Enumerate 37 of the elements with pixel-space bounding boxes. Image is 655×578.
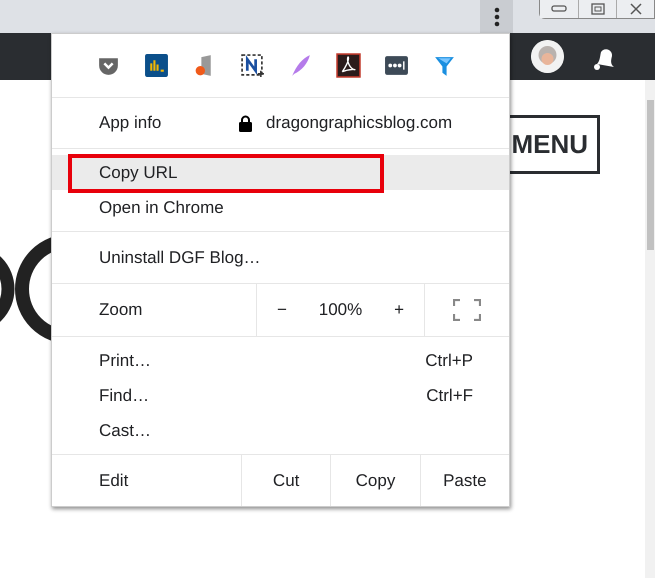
fullscreen-icon [453, 299, 481, 321]
minimize-button[interactable] [540, 0, 578, 18]
menu-item[interactable]: Copy URL [52, 155, 509, 190]
menu-item[interactable]: Uninstall DGF Blog… [52, 238, 509, 277]
shortcut-label: Ctrl+P [425, 350, 473, 370]
avatar-icon[interactable] [531, 40, 564, 73]
zoom-out-button[interactable]: − [268, 296, 295, 324]
note-plus-icon[interactable] [240, 53, 265, 78]
site-domain: dragongraphicsblog.com [266, 113, 452, 133]
menu-item[interactable]: App info [99, 113, 239, 133]
menu-item[interactable]: Find… Ctrl+F [52, 378, 509, 413]
more-menu-button[interactable] [480, 0, 513, 33]
maximize-button[interactable] [578, 0, 616, 18]
edit-action-button[interactable]: Cut [242, 455, 332, 506]
zoom-in-button[interactable]: + [386, 296, 412, 324]
menu-item-label: Cast… [99, 420, 151, 440]
menu-item[interactable]: Print… Ctrl+P [52, 343, 509, 378]
zoom-value: 100% [318, 300, 362, 320]
minimize-icon [551, 5, 567, 13]
edit-action-button[interactable]: Copy [331, 455, 421, 506]
scrollbar[interactable] [645, 80, 655, 578]
more-icon [494, 6, 500, 26]
edit-action-button[interactable]: Paste [420, 455, 509, 506]
menu-item-label: Print… [99, 350, 151, 370]
close-icon [628, 3, 642, 15]
maximize-icon [590, 3, 604, 15]
lock-icon [239, 114, 252, 132]
chart-icon[interactable] [144, 53, 169, 78]
close-button[interactable] [616, 0, 654, 18]
pdf-icon[interactable] [336, 53, 361, 78]
menu-item-label: Find… [99, 386, 150, 406]
menu-item[interactable]: Open in Chrome [52, 190, 509, 225]
menu-item[interactable]: Cast… [52, 413, 509, 448]
password-dots-icon[interactable] [384, 53, 409, 78]
edit-label: Edit [52, 455, 242, 506]
zoom-label: Zoom [52, 284, 257, 336]
shortcut-label: Ctrl+F [426, 386, 473, 406]
